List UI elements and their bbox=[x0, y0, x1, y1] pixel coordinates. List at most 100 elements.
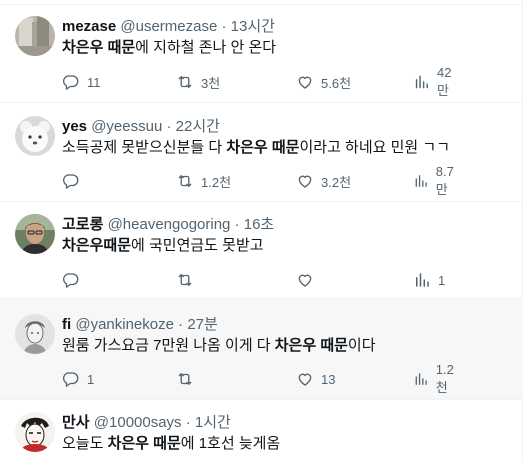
tweet-text: 차은우 때문에 지하철 존나 안 온다 bbox=[62, 38, 276, 58]
heart-icon bbox=[296, 172, 314, 190]
avatar[interactable] bbox=[15, 116, 55, 156]
avatar[interactable] bbox=[15, 412, 55, 452]
timestamp[interactable]: 27분 bbox=[187, 316, 218, 333]
bar-chart-icon bbox=[413, 370, 429, 388]
tweet-header: 고로롱 @heavengogoring · 16초 bbox=[62, 215, 274, 235]
views-button[interactable]: 42만 bbox=[413, 65, 462, 98]
tweet-item[interactable]: 만사 @10000says · 1시간 오늘도 차은우 때문에 1호선 늦게옴 bbox=[0, 400, 523, 461]
tweet-item[interactable]: yes @yeessuu · 22시간 소득공제 못받으신분들 다 차은우 때문… bbox=[0, 103, 523, 202]
retweet-button[interactable] bbox=[176, 270, 201, 290]
tweet-text: 오늘도 차은우 때문에 1호선 늦게옴 bbox=[62, 434, 280, 454]
user-handle[interactable]: @usermezase bbox=[120, 18, 217, 35]
retweet-icon bbox=[176, 370, 194, 388]
tweet-text: 차은우때문에 국민연금도 못받고 bbox=[62, 236, 264, 256]
tweet-actions: 1.2천 3.2천 8.7만 bbox=[62, 164, 462, 197]
tweet-text-part: 원룸 가스요금 7만원 나옴 이게 다 bbox=[62, 337, 275, 354]
feed-top-divider bbox=[0, 0, 523, 5]
tweet-text: 소득공제 못받으신분들 다 차은우 때문이라고 하네요 민원 ㄱㄱ bbox=[62, 138, 450, 158]
tweet-text-part: 에 지하철 존나 안 온다 bbox=[135, 39, 277, 56]
views-count: 1.2천 bbox=[435, 362, 454, 395]
tweet-text-part: 에 1호선 늦게옴 bbox=[180, 435, 281, 452]
retweet-icon bbox=[176, 271, 194, 289]
retweet-icon bbox=[176, 172, 194, 190]
like-count: 3.2천 bbox=[321, 174, 352, 190]
tweet-text-highlight: 차은우 때문 bbox=[274, 337, 348, 354]
retweet-button[interactable]: 3천 bbox=[176, 72, 220, 92]
heart-icon bbox=[296, 73, 314, 91]
reply-button[interactable] bbox=[62, 270, 87, 290]
reply-button[interactable]: 11 bbox=[62, 72, 101, 92]
separator-dot: · bbox=[166, 118, 172, 135]
user-handle[interactable]: @yankinekoze bbox=[75, 316, 174, 333]
tweet-text-highlight: 차은우 때문 bbox=[62, 39, 136, 56]
separator-dot: · bbox=[221, 18, 227, 35]
retweet-icon bbox=[176, 73, 194, 91]
heart-icon bbox=[296, 370, 314, 388]
retweet-button[interactable] bbox=[176, 369, 201, 389]
reply-count: 11 bbox=[87, 74, 101, 90]
reply-icon bbox=[62, 73, 80, 91]
like-button[interactable]: 3.2천 bbox=[296, 171, 351, 191]
display-name[interactable]: yes bbox=[62, 118, 87, 135]
retweet-count: 1.2천 bbox=[201, 174, 232, 190]
bar-chart-icon bbox=[413, 172, 429, 190]
tweet-text-highlight: 차은우 때문 bbox=[226, 139, 300, 156]
like-count: 5.6천 bbox=[321, 75, 352, 91]
bar-chart-icon bbox=[413, 271, 431, 289]
tweet-text-part: 에 국민연금도 못받고 bbox=[131, 237, 264, 254]
reply-icon bbox=[62, 370, 80, 388]
like-button[interactable]: 5.6천 bbox=[296, 72, 351, 92]
like-count: 13 bbox=[321, 371, 336, 387]
timestamp[interactable]: 16초 bbox=[244, 216, 275, 233]
user-handle[interactable]: @10000says bbox=[94, 414, 182, 431]
views-button[interactable]: 8.7만 bbox=[413, 164, 462, 197]
reply-button[interactable]: 1 bbox=[62, 369, 94, 389]
timestamp[interactable]: 1시간 bbox=[195, 414, 231, 431]
timestamp[interactable]: 13시간 bbox=[231, 18, 275, 35]
retweet-button[interactable]: 1.2천 bbox=[176, 171, 231, 191]
reply-button[interactable] bbox=[62, 171, 87, 191]
tweet-feed: mezase @usermezase · 13시간 차은우 때문에 지하철 존나… bbox=[0, 0, 523, 461]
bar-chart-icon bbox=[413, 73, 430, 91]
timestamp[interactable]: 22시간 bbox=[176, 118, 220, 135]
views-button[interactable]: 1 bbox=[413, 270, 445, 290]
retweet-count: 3천 bbox=[201, 75, 221, 91]
tweet-text-highlight: 차은우때문 bbox=[62, 237, 132, 254]
tweet-header: mezase @usermezase · 13시간 bbox=[62, 17, 275, 37]
tweet-actions: 1 13 1.2천 bbox=[62, 362, 462, 395]
like-button[interactable] bbox=[296, 270, 321, 290]
tweet-text-highlight: 차은우 때문 bbox=[107, 435, 181, 452]
separator-dot: · bbox=[234, 216, 240, 233]
reply-icon bbox=[62, 172, 80, 190]
views-count: 42만 bbox=[437, 65, 452, 98]
tweet-text-part: 이라고 하네요 민원 ㄱㄱ bbox=[299, 139, 450, 156]
display-name[interactable]: mezase bbox=[62, 18, 116, 35]
tweet-header: fi @yankinekoze · 27분 bbox=[62, 315, 218, 335]
tweet-header: 만사 @10000says · 1시간 bbox=[62, 413, 231, 433]
tweet-actions: 1 bbox=[62, 270, 462, 290]
avatar[interactable] bbox=[15, 16, 55, 56]
tweet-item[interactable]: mezase @usermezase · 13시간 차은우 때문에 지하철 존나… bbox=[0, 6, 523, 103]
tweet-text-part: 소득공제 못받으신분들 다 bbox=[62, 139, 227, 156]
views-count: 1 bbox=[438, 272, 446, 288]
tweet-item[interactable]: 고로롱 @heavengogoring · 16초 차은우때문에 국민연금도 못… bbox=[0, 202, 523, 299]
display-name[interactable]: 고로롱 bbox=[62, 216, 103, 233]
separator-dot: · bbox=[185, 414, 191, 431]
views-button[interactable]: 1.2천 bbox=[413, 362, 462, 395]
avatar[interactable] bbox=[15, 314, 55, 354]
separator-dot: · bbox=[178, 316, 184, 333]
display-name[interactable]: fi bbox=[62, 316, 71, 333]
heart-icon bbox=[296, 271, 314, 289]
views-count: 8.7만 bbox=[435, 164, 454, 197]
avatar[interactable] bbox=[15, 214, 55, 254]
tweet-header: yes @yeessuu · 22시간 bbox=[62, 117, 220, 137]
user-handle[interactable]: @heavengogoring bbox=[108, 216, 231, 233]
user-handle[interactable]: @yeessuu bbox=[91, 118, 162, 135]
tweet-text: 원룸 가스요금 7만원 나옴 이게 다 차은우 때문이다 bbox=[62, 336, 376, 356]
reply-count: 1 bbox=[87, 371, 95, 387]
tweet-text-part: 이다 bbox=[347, 337, 376, 354]
tweet-actions: 11 3천 5.6천 42만 bbox=[62, 65, 462, 98]
display-name[interactable]: 만사 bbox=[62, 414, 90, 431]
tweet-item[interactable]: fi @yankinekoze · 27분 원룸 가스요금 7만원 나옴 이게 … bbox=[0, 299, 523, 400]
like-button[interactable]: 13 bbox=[296, 369, 335, 389]
